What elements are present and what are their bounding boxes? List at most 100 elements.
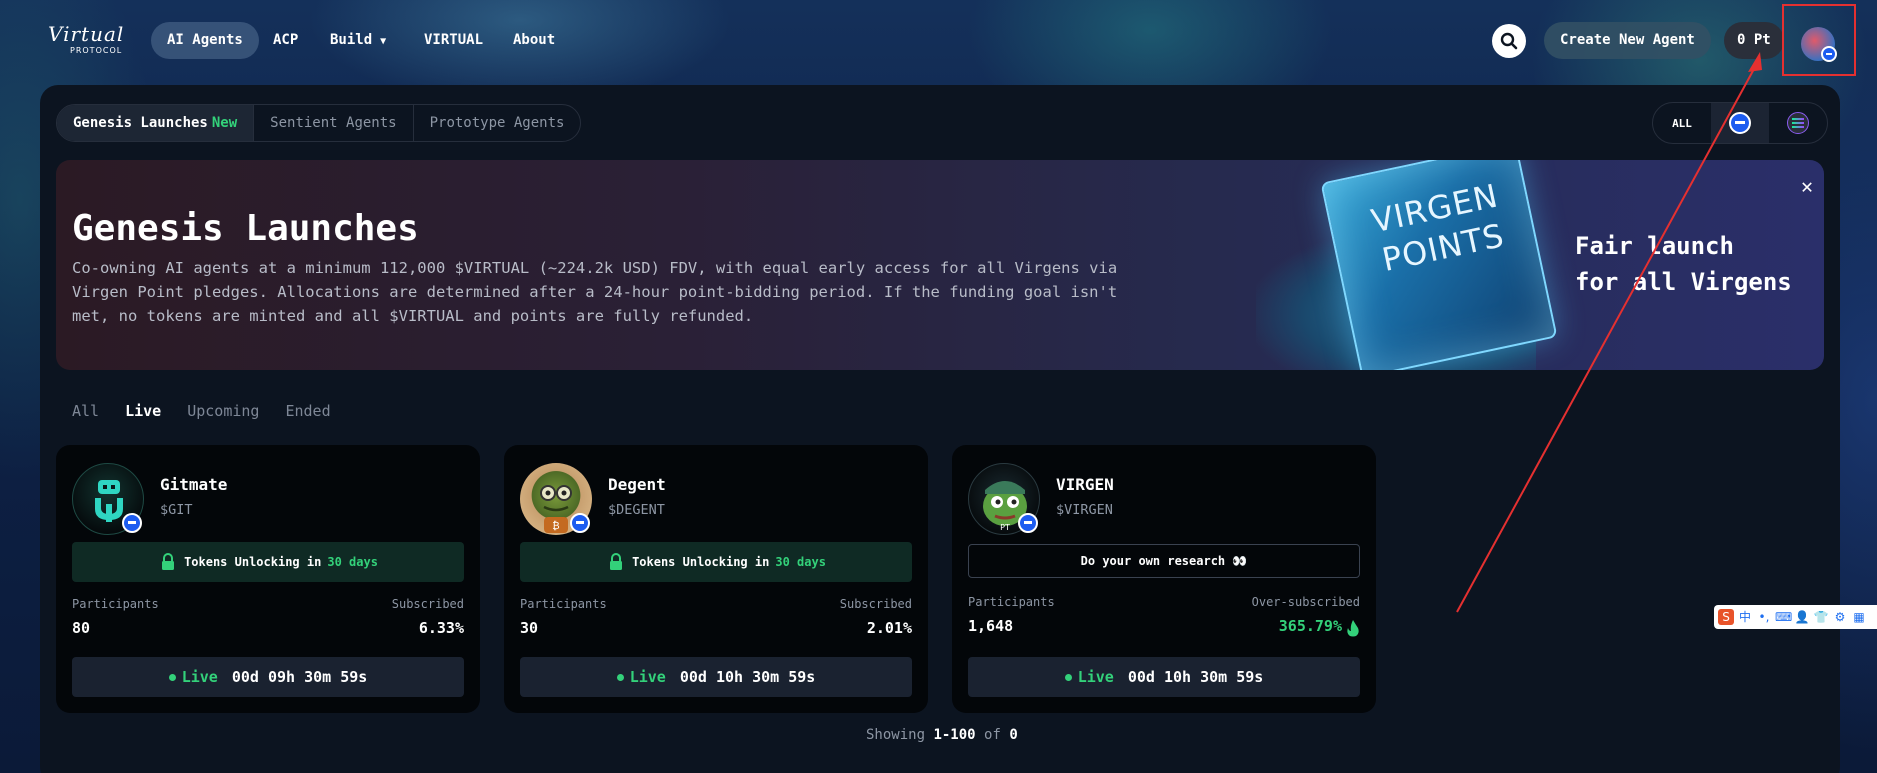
banner-description: Co-owning AI agents at a minimum 112,000… bbox=[72, 259, 1118, 325]
svg-text:PT: PT bbox=[1000, 523, 1010, 532]
chain-solana-button[interactable] bbox=[1769, 103, 1827, 143]
filter-upcoming[interactable]: Upcoming bbox=[187, 402, 259, 420]
live-dot-icon bbox=[616, 673, 624, 681]
nav-ai-agents[interactable]: AI Agents bbox=[151, 22, 259, 59]
participants-value: 30 bbox=[520, 619, 539, 637]
participants-value: 80 bbox=[72, 619, 91, 637]
agent-card-gitmate[interactable]: Gitmate $GIT Tokens Unlocking in 30 days… bbox=[56, 445, 480, 713]
live-dot-icon bbox=[168, 673, 176, 681]
filter-live[interactable]: Live bbox=[125, 402, 161, 420]
shirt-icon[interactable]: 👕 bbox=[1813, 609, 1829, 625]
base-chain-icon bbox=[1729, 112, 1751, 134]
tab-genesis-label: Genesis Launches bbox=[73, 115, 208, 131]
countdown-time: 00d 09h 30m 59s bbox=[231, 668, 368, 686]
svg-text:₿: ₿ bbox=[552, 520, 559, 532]
live-label: Live bbox=[1077, 668, 1114, 686]
nav-build-label: Build bbox=[330, 32, 373, 48]
subscribed-value: 365.79% bbox=[1278, 617, 1342, 635]
gear-icon[interactable]: ⚙ bbox=[1832, 609, 1848, 625]
agent-category-tabs: Genesis Launches New Sentient Agents Prot… bbox=[56, 104, 582, 142]
participants-label: Participants bbox=[72, 597, 159, 611]
agent-card-virgen[interactable]: PT VIRGEN $VIRGEN Do your own research 👀… bbox=[952, 445, 1376, 713]
token-unlock-notice: Tokens Unlocking in 30 days bbox=[72, 542, 464, 582]
fire-icon bbox=[1347, 620, 1359, 637]
create-new-agent-button[interactable]: Create New Agent bbox=[1544, 22, 1711, 59]
ime-chinese-mode[interactable]: 中 bbox=[1737, 609, 1753, 625]
agent-name: Gitmate bbox=[160, 475, 228, 494]
unlock-days: 30 days bbox=[327, 555, 378, 569]
grid-icon[interactable]: ▦ bbox=[1851, 609, 1867, 625]
main-panel: Genesis Launches New Sentient Agents Prot… bbox=[40, 85, 1840, 773]
agent-name: VIRGEN bbox=[1056, 475, 1114, 494]
search-icon bbox=[1500, 32, 1518, 50]
unlock-days: 30 days bbox=[775, 555, 826, 569]
logo-sub: PROTOCOL bbox=[70, 46, 123, 55]
unlock-text: Tokens Unlocking in bbox=[184, 555, 322, 569]
live-label: Live bbox=[181, 668, 218, 686]
nav-about[interactable]: About bbox=[497, 22, 571, 59]
chevron-down-icon: ▼ bbox=[380, 36, 387, 47]
ime-punctuation[interactable]: •, bbox=[1756, 609, 1772, 625]
chain-all-button[interactable]: ALL bbox=[1653, 103, 1711, 143]
user-avatar-button[interactable] bbox=[1782, 4, 1856, 76]
pagination-summary: Showing 1-100 of 0 bbox=[866, 727, 1018, 743]
base-chain-icon bbox=[122, 513, 142, 533]
showing-range: 1-100 bbox=[933, 727, 976, 743]
top-nav: Virtual PROTOCOL AI Agents ACP Build ▼ VI… bbox=[0, 0, 1877, 84]
keyboard-icon[interactable]: ⌨ bbox=[1775, 609, 1792, 625]
live-dot-icon bbox=[1064, 673, 1072, 681]
tab-sentient-agents[interactable]: Sentient Agents bbox=[254, 105, 414, 141]
showing-label: Showing bbox=[866, 727, 926, 743]
token-unlock-notice: Tokens Unlocking in 30 days bbox=[520, 542, 912, 582]
slogan-line1: Fair launch bbox=[1575, 232, 1734, 260]
showing-of: of bbox=[984, 727, 1001, 743]
user-icon[interactable]: 👤 bbox=[1794, 609, 1810, 625]
subscribed-value: 6.33% bbox=[418, 619, 464, 637]
base-chain-icon bbox=[1821, 46, 1837, 62]
base-chain-icon bbox=[1018, 513, 1038, 533]
chain-filter: ALL bbox=[1652, 102, 1828, 144]
live-label: Live bbox=[629, 668, 666, 686]
agent-ticker: $DEGENT bbox=[608, 502, 665, 518]
virtuals-logo[interactable]: Virtual PROTOCOL bbox=[48, 22, 140, 58]
countdown-time: 00d 10h 30m 59s bbox=[1127, 668, 1264, 686]
agent-ticker: $VIRGEN bbox=[1056, 502, 1113, 518]
agent-ticker: $GIT bbox=[160, 502, 193, 518]
participants-value: 1,648 bbox=[968, 617, 1014, 635]
close-icon[interactable]: ✕ bbox=[1801, 174, 1813, 198]
countdown-time: 00d 10h 30m 59s bbox=[679, 668, 816, 686]
subscribed-label: Subscribed bbox=[391, 597, 464, 611]
tab-genesis-launches[interactable]: Genesis Launches New bbox=[57, 105, 255, 141]
filter-ended[interactable]: Ended bbox=[285, 402, 330, 420]
points-button[interactable]: 0 Pt bbox=[1724, 22, 1784, 59]
search-button[interactable] bbox=[1492, 24, 1526, 58]
ime-toolbar: S 中 •, ⌨ 👤 👕 ⚙ ▦ bbox=[1714, 605, 1877, 629]
filter-all[interactable]: All bbox=[72, 402, 99, 420]
lock-icon bbox=[162, 553, 175, 570]
new-badge: New bbox=[211, 115, 238, 131]
logo-script: Virtual bbox=[48, 22, 125, 46]
participants-label: Participants bbox=[968, 595, 1055, 609]
solana-icon bbox=[1787, 112, 1809, 134]
subscribed-label: Subscribed bbox=[839, 597, 912, 611]
live-countdown: Live 00d 10h 30m 59s bbox=[968, 657, 1360, 697]
participants-label: Participants bbox=[520, 597, 607, 611]
subscribed-value: 2.01% bbox=[866, 619, 912, 637]
agent-name: Degent bbox=[608, 475, 666, 494]
nav-virtual[interactable]: VIRTUAL bbox=[408, 22, 499, 59]
live-countdown: Live 00d 09h 30m 59s bbox=[72, 657, 464, 697]
tab-prototype-agents[interactable]: Prototype Agents bbox=[414, 105, 581, 141]
banner-title: Genesis Launches bbox=[72, 208, 419, 249]
slogan-line2: for all Virgens bbox=[1575, 268, 1792, 296]
lock-icon bbox=[610, 553, 623, 570]
chain-base-button[interactable] bbox=[1711, 103, 1769, 143]
ime-logo-icon[interactable]: S bbox=[1718, 609, 1734, 625]
subscribed-label: Over-subscribed bbox=[1251, 595, 1360, 609]
nav-build[interactable]: Build ▼ bbox=[314, 22, 402, 59]
agent-card-degent[interactable]: ₿ Degent $DEGENT Tokens Unlocking in 30 … bbox=[504, 445, 928, 713]
status-filters: All Live Upcoming Ended bbox=[72, 402, 331, 420]
banner-slogan: Fair launch for all Virgens bbox=[1575, 228, 1792, 300]
showing-total: 0 bbox=[1009, 727, 1018, 743]
dyor-notice: Do your own research 👀 bbox=[968, 544, 1360, 578]
nav-acp[interactable]: ACP bbox=[257, 22, 314, 59]
